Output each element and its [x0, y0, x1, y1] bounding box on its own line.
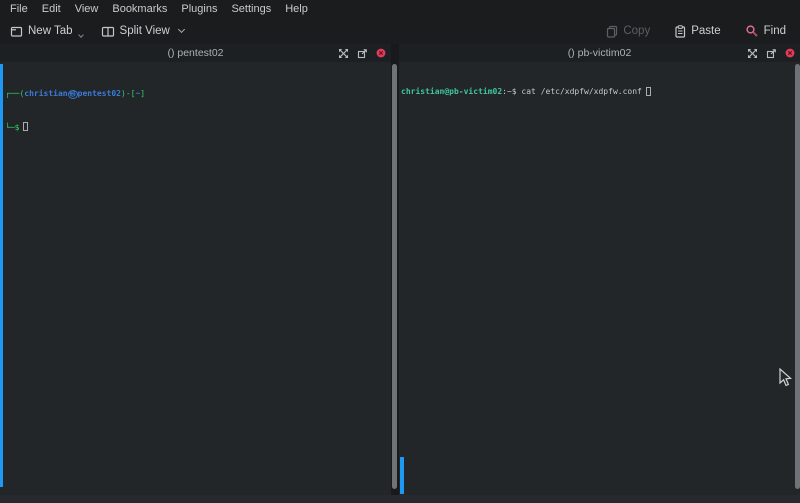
menu-settings[interactable]: Settings [224, 0, 278, 18]
find-label: Find [764, 25, 786, 37]
menu-bookmarks[interactable]: Bookmarks [105, 0, 174, 18]
terminal-cursor [646, 87, 651, 96]
prompt-line-2: └─$ [5, 122, 391, 133]
toolbar-left-group: New Tab Split View [6, 23, 188, 40]
left-pane-header[interactable]: () pentest02 [0, 44, 391, 62]
menu-file[interactable]: File [3, 0, 35, 18]
terminal-pane-pentest02: () pentest02 ┌──(christian㉿pentest02)-[~… [0, 44, 391, 503]
terminal-pane-pb-victim02: () pb-victim02 christian@pb-victim02:~$ … [399, 44, 800, 503]
left-pane-header-icons [338, 44, 386, 62]
close-view-button[interactable] [785, 48, 795, 58]
maximize-view-icon[interactable] [338, 48, 349, 59]
find-button[interactable]: Find [741, 22, 790, 40]
menu-edit[interactable]: Edit [35, 0, 68, 18]
new-tab-label: New Tab [28, 25, 73, 37]
bottom-strip [0, 495, 800, 503]
new-tab-icon [10, 25, 23, 38]
copy-button[interactable]: Copy [602, 23, 654, 40]
left-pane-scroll-indicator[interactable] [0, 64, 3, 487]
detach-view-icon[interactable] [766, 48, 777, 59]
paste-icon [674, 25, 686, 38]
command-line: christian@pb-victim02:~$ cat /etc/xdpfw/… [401, 86, 800, 97]
split-view-button[interactable]: Split View [97, 23, 188, 40]
split-view-label: Split View [120, 25, 170, 37]
pane-splitter[interactable] [391, 44, 399, 503]
menu-help[interactable]: Help [278, 0, 315, 18]
prompt-line-1: ┌──(christian㉿pentest02)-[~] [5, 88, 391, 100]
kali-symbol: ㉿ [68, 90, 78, 99]
detach-view-icon[interactable] [357, 48, 368, 59]
split-view-icon [101, 25, 115, 38]
right-pane-scrollbar[interactable] [795, 64, 800, 489]
splitter-handle[interactable] [392, 64, 397, 489]
terminal-cursor [23, 122, 28, 131]
copy-icon [606, 25, 618, 38]
paste-label: Paste [691, 25, 720, 37]
toolbar: New Tab Split View Copy [0, 18, 800, 44]
copy-label: Copy [623, 25, 650, 37]
split-container: () pentest02 ┌──(christian㉿pentest02)-[~… [0, 44, 800, 503]
konsole-window: File Edit View Bookmarks Plugins Setting… [0, 0, 800, 503]
right-pane-title: () pb-victim02 [568, 47, 632, 59]
right-pane-scroll-indicator[interactable] [400, 457, 404, 494]
terminal-screen-pentest02[interactable]: ┌──(christian㉿pentest02)-[~] └─$ [0, 62, 391, 503]
terminal-screen-pb-victim02[interactable]: christian@pb-victim02:~$ cat /etc/xdpfw/… [399, 62, 800, 503]
paste-button[interactable]: Paste [670, 23, 724, 40]
new-tab-button[interactable]: New Tab [6, 23, 87, 40]
menu-plugins[interactable]: Plugins [174, 0, 224, 18]
left-pane-title: () pentest02 [167, 47, 223, 59]
close-view-button[interactable] [376, 48, 386, 58]
menu-bar: File Edit View Bookmarks Plugins Setting… [0, 0, 800, 18]
right-pane-header[interactable]: () pb-victim02 [399, 44, 800, 62]
chevron-down-icon [78, 32, 84, 38]
find-icon [745, 24, 759, 38]
right-pane-header-icons [747, 44, 795, 62]
toolbar-right-group: Copy Paste Find [602, 22, 790, 40]
menu-view[interactable]: View [68, 0, 106, 18]
mouse-cursor [778, 368, 793, 393]
chevron-down-icon [178, 26, 185, 33]
maximize-view-icon[interactable] [747, 48, 758, 59]
